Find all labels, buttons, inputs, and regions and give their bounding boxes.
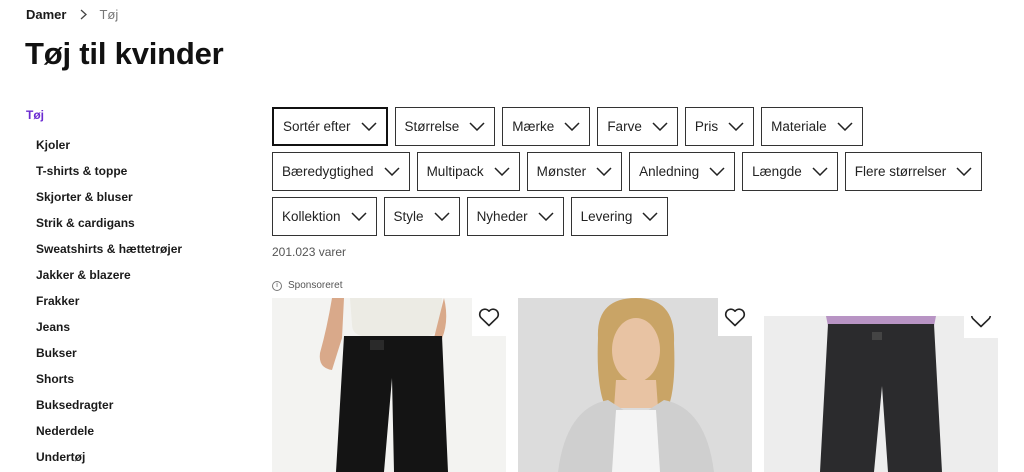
sidebar-heading-toj[interactable]: Tøj	[26, 106, 246, 124]
sidebar-item-jakker[interactable]: Jakker & blazere	[26, 262, 246, 288]
sidebar-item-strik[interactable]: Strik & cardigans	[26, 210, 246, 236]
sidebar-item-bukser[interactable]: Bukser	[26, 340, 246, 366]
material-filter[interactable]: Materiale	[761, 107, 863, 146]
page-title: Tøj til kvinder	[25, 36, 224, 71]
product-card[interactable]	[272, 298, 506, 472]
breadcrumb-damer[interactable]: Damer	[26, 7, 66, 22]
filter-label: Levering	[580, 209, 633, 224]
chevron-down-icon	[837, 122, 853, 131]
filter-row: Sortér efter Størrelse Mærke Farve Pris …	[272, 107, 1002, 146]
chevron-down-icon	[538, 212, 554, 221]
chevron-right-icon	[80, 9, 88, 20]
chevron-down-icon	[642, 212, 658, 221]
product-image	[272, 298, 506, 472]
news-filter[interactable]: Nyheder	[466, 197, 564, 236]
filter-row: Bæredygtighed Multipack Mønster Anlednin…	[272, 152, 1002, 191]
filter-label: Flere størrelser	[854, 164, 947, 179]
sidebar-item-tshirts[interactable]: T-shirts & toppe	[26, 158, 246, 184]
filter-label: Anledning	[639, 164, 700, 179]
filter-label: Pris	[694, 119, 719, 134]
collection-filter[interactable]: Kollektion	[272, 197, 377, 236]
pattern-filter[interactable]: Mønster	[526, 152, 623, 191]
info-icon: i	[272, 280, 282, 291]
filter-label: Nyheder	[476, 209, 528, 224]
filter-label: Sortér efter	[283, 119, 351, 134]
sidebar-item-undertoj[interactable]: Undertøj	[26, 444, 246, 470]
sort-dropdown[interactable]: Sortér efter	[272, 107, 388, 146]
chevron-down-icon	[564, 122, 580, 131]
chevron-down-icon	[434, 212, 450, 221]
filter-label: Farve	[607, 119, 642, 134]
filter-row: Kollektion Style Nyheder Levering	[272, 197, 1002, 236]
heart-icon	[971, 316, 991, 328]
category-sidebar: Tøj Kjoler T-shirts & toppe Skjorter & b…	[26, 106, 246, 470]
sustainability-filter[interactable]: Bæredygtighed	[272, 152, 410, 191]
filter-label: Længde	[752, 164, 802, 179]
chevron-down-icon	[351, 212, 367, 221]
chevron-down-icon	[494, 167, 510, 176]
chevron-down-icon	[812, 167, 828, 176]
chevron-down-icon	[652, 122, 668, 131]
filter-label: Style	[393, 209, 424, 224]
sidebar-item-skjorter[interactable]: Skjorter & bluser	[26, 184, 246, 210]
multipack-filter[interactable]: Multipack	[416, 152, 520, 191]
wishlist-button[interactable]	[964, 316, 998, 338]
sponsored-text: Sponsoreret	[288, 280, 343, 291]
style-filter[interactable]: Style	[383, 197, 460, 236]
sidebar-item-buksedragter[interactable]: Buksedragter	[26, 392, 246, 418]
product-card[interactable]	[764, 316, 998, 472]
length-filter[interactable]: Længde	[742, 152, 838, 191]
chevron-down-icon	[361, 122, 377, 131]
filter-label: Materiale	[771, 119, 827, 134]
color-filter[interactable]: Farve	[597, 107, 678, 146]
sidebar-item-kjoler[interactable]: Kjoler	[26, 132, 246, 158]
filter-label: Bæredygtighed	[282, 164, 374, 179]
sidebar-item-sweatshirts[interactable]: Sweatshirts & hættetrøjer	[26, 236, 246, 262]
filter-label: Mønster	[536, 164, 587, 179]
category-list: Kjoler T-shirts & toppe Skjorter & bluse…	[26, 132, 246, 470]
breadcrumb-toj: Tøj	[99, 6, 119, 22]
result-count: 201.023 varer	[272, 245, 347, 259]
delivery-filter[interactable]: Levering	[570, 197, 669, 236]
size-filter[interactable]: Størrelse	[394, 107, 496, 146]
sidebar-item-shorts[interactable]: Shorts	[26, 366, 246, 392]
filter-label: Kollektion	[282, 209, 341, 224]
sidebar-item-jeans[interactable]: Jeans	[26, 314, 246, 340]
chevron-down-icon	[384, 167, 400, 176]
chevron-down-icon	[469, 122, 485, 131]
filter-bar: Sortér efter Størrelse Mærke Farve Pris …	[272, 107, 1002, 242]
product-image	[764, 316, 998, 472]
price-filter[interactable]: Pris	[684, 107, 755, 146]
sidebar-item-nederdele[interactable]: Nederdele	[26, 418, 246, 444]
occasion-filter[interactable]: Anledning	[629, 152, 736, 191]
brand-filter[interactable]: Mærke	[502, 107, 591, 146]
more-sizes-filter[interactable]: Flere størrelser	[844, 152, 983, 191]
chevron-down-icon	[596, 167, 612, 176]
wishlist-button[interactable]	[472, 298, 506, 336]
chevron-down-icon	[728, 122, 744, 131]
filter-label: Størrelse	[404, 119, 460, 134]
sponsored-label: i Sponsoreret	[272, 280, 342, 291]
heart-icon	[478, 308, 500, 327]
heart-icon	[724, 308, 746, 327]
chevron-down-icon	[956, 167, 972, 176]
filter-label: Multipack	[426, 164, 484, 179]
sidebar-item-frakker[interactable]: Frakker	[26, 288, 246, 314]
product-image	[518, 298, 752, 472]
filter-label: Mærke	[512, 119, 555, 134]
wishlist-button[interactable]	[718, 298, 752, 336]
product-card[interactable]	[518, 298, 752, 472]
breadcrumb: Damer Tøj	[26, 6, 118, 22]
chevron-down-icon	[709, 167, 725, 176]
